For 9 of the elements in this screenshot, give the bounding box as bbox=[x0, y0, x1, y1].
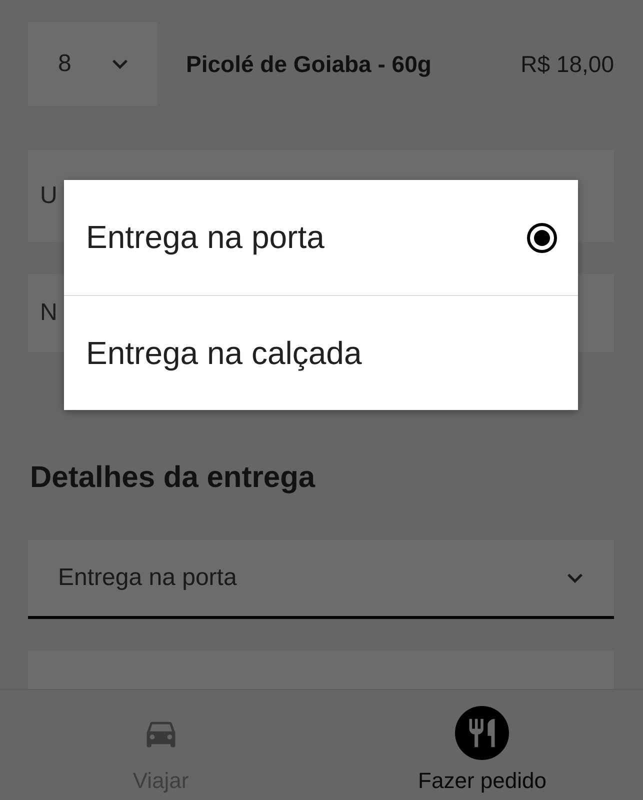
nav-tab[interactable]: Fazer pedido bbox=[322, 690, 643, 800]
item-name: Picolé de Goiaba - 60g bbox=[186, 50, 432, 78]
dialog-option[interactable]: Entrega na calçada bbox=[64, 295, 578, 410]
radio-button[interactable] bbox=[527, 222, 557, 252]
delivery-select[interactable]: Entrega na porta bbox=[28, 540, 614, 620]
dialog-option[interactable]: Entrega na porta bbox=[64, 180, 578, 295]
quantity-select[interactable]: 8 bbox=[28, 22, 157, 106]
item-price: R$ 18,00 bbox=[520, 50, 614, 78]
section-heading: Detalhes da entrega bbox=[30, 460, 316, 496]
